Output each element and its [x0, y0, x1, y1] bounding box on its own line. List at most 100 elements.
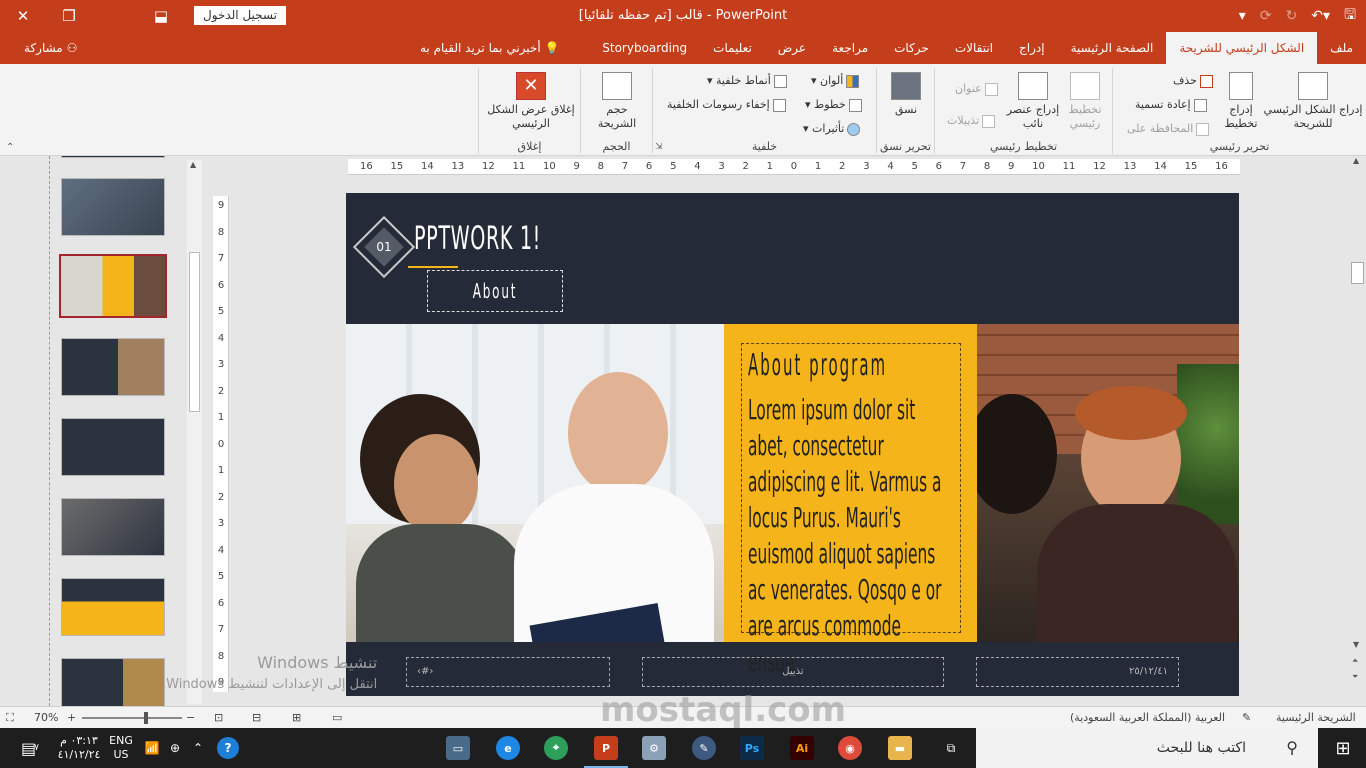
network-app-icon[interactable]: ⚙ [642, 736, 666, 760]
body-placeholder[interactable]: About program Lorem ipsum dolor sit abet… [741, 343, 961, 678]
show-hidden-icons-icon[interactable]: ⌃ [188, 728, 208, 768]
clock[interactable]: ٠٣:١٣ م ٤١/١٢/٢٤ [56, 728, 102, 768]
wifi-icon[interactable]: 📶 [142, 728, 162, 768]
zoom-level[interactable]: 70% [34, 707, 58, 729]
photoshop-icon[interactable]: Ps [740, 736, 764, 760]
proofing-icon[interactable]: ✎ [1242, 707, 1251, 729]
zoom-in-icon[interactable]: + [67, 707, 76, 729]
customize-qat-icon[interactable]: ▾ [1239, 8, 1246, 24]
slide-thumbnail[interactable] [61, 418, 165, 476]
undo-icon[interactable]: ↶▾ [1311, 8, 1330, 24]
internet-explorer-icon[interactable]: e [496, 736, 520, 760]
tab-file[interactable]: ملف [1317, 32, 1366, 64]
taskbar-search-box[interactable]: اكتب هنا للبحث ⚲ [976, 728, 1318, 768]
slide-number-placeholder[interactable]: ‹#› [406, 657, 610, 687]
photo-left-image[interactable] [346, 324, 724, 642]
tab-review[interactable]: مراجعة [819, 32, 881, 64]
delete-button[interactable]: حذف [1173, 74, 1213, 88]
thumbnail-scroll-thumb[interactable] [189, 252, 200, 412]
scroll-up-icon[interactable]: ▲ [190, 160, 196, 169]
tab-animations[interactable]: حركات [881, 32, 942, 64]
input-language[interactable]: ENG US [104, 728, 138, 768]
footer-placeholder[interactable]: تذييل [642, 657, 944, 687]
insert-layout-button[interactable]: إدراج تخطيط [1219, 72, 1263, 131]
photo-right-image[interactable] [977, 324, 1239, 642]
preserve-button[interactable]: المحافظة على [1127, 122, 1210, 136]
zoom-slider[interactable] [82, 717, 182, 719]
thumbnail-scrollbar[interactable]: ▲ [187, 160, 202, 704]
chrome-icon[interactable]: ◉ [838, 736, 862, 760]
subtitle-placeholder[interactable]: About program [427, 270, 563, 343]
insert-placeholder-button[interactable]: إدراج عنصر نائب [1005, 72, 1061, 131]
slide-thumbnail[interactable] [61, 178, 165, 236]
slide-scroll-thumb[interactable] [1351, 262, 1364, 284]
tab-view[interactable]: عرض [765, 32, 819, 64]
themes-button[interactable]: نسق [883, 72, 929, 117]
restore-icon[interactable]: ❐ [46, 0, 92, 32]
background-styles-dropdown[interactable]: ▾ أنماط خلفية [707, 74, 787, 88]
maps-icon[interactable]: ⌖ [544, 736, 568, 760]
slideshow-view-icon[interactable]: ⊡ [214, 707, 223, 729]
zoom-slider-knob[interactable] [144, 712, 148, 724]
notifications-button[interactable]: ▤ ٧ [10, 728, 50, 768]
slide-thumbnail[interactable] [61, 578, 165, 636]
reading-view-icon[interactable]: ⊟ [252, 707, 261, 729]
refresh-icon[interactable]: ⟳ [1260, 8, 1272, 24]
collapse-ribbon-icon[interactable]: ⌃ [6, 142, 14, 153]
tell-me-box[interactable]: أخبرني بما تريد القيام به 💡 [420, 32, 559, 64]
file-explorer-icon[interactable]: ▬ [888, 736, 912, 760]
fonts-dropdown[interactable]: ▾ خطوط [805, 98, 862, 112]
save-icon[interactable]: 🖫 [1344, 4, 1356, 28]
scroll-up-icon[interactable]: ▲ [1353, 156, 1359, 165]
date-placeholder[interactable]: ٢٥/١٢/٤١ [976, 657, 1179, 687]
previous-slide-icon[interactable]: ⏶ [1352, 656, 1358, 666]
slide-thumbnail[interactable] [61, 338, 165, 396]
task-view-icon[interactable]: ⧉ [936, 728, 966, 768]
fit-to-window-icon[interactable]: ⛶ [6, 707, 14, 729]
slide-thumbnail[interactable] [61, 658, 165, 706]
illustrator-icon[interactable]: Ai [790, 736, 814, 760]
language-indicator[interactable]: العربية (المملكة العربية السعودية) [1070, 707, 1225, 729]
slide-canvas[interactable]: 01 PPTWORK 1! About program About progra… [346, 193, 1239, 696]
slide-thumbnail-selected[interactable] [59, 254, 167, 318]
dialog-launcher-icon[interactable]: ⇲ [655, 142, 663, 152]
tab-home[interactable]: الصفحة الرئيسية [1058, 32, 1167, 64]
paint-icon[interactable]: ✎ [692, 736, 716, 760]
sign-in-button[interactable]: تسجيل الدخول [194, 6, 286, 25]
ribbon-display-icon[interactable]: ⬓ [138, 0, 184, 32]
slide-size-button[interactable]: حجم الشريحة [587, 72, 647, 131]
network-drive-icon[interactable]: ▭ [446, 736, 470, 760]
vertical-ruler[interactable]: 9876543210123456789 [213, 196, 229, 692]
horizontal-ruler[interactable]: 16 15 14 13 12 11 10 9 8 7 6 5 4 3 2 1 0 1 2 3 4 5 6 7 8 9 10 11 12 1… [348, 159, 1240, 175]
zoom-out-icon[interactable]: − [186, 707, 195, 729]
master-layout-button[interactable]: تخطيط رئيسي [1061, 72, 1109, 131]
tab-slide-master[interactable]: الشكل الرئيسي للشريحة [1166, 32, 1318, 64]
help-icon[interactable]: ? [214, 728, 242, 768]
colors-dropdown[interactable]: ▾ ألوان [811, 74, 860, 88]
close-icon[interactable]: ✕ [0, 0, 46, 32]
share-button[interactable]: مشاركة ⚇ [24, 32, 77, 64]
scroll-down-icon[interactable]: ▼ [1353, 640, 1359, 649]
hide-background-checkbox[interactable]: إخفاء رسومات الخلفية [667, 98, 786, 112]
rename-button[interactable]: إعادة تسمية [1135, 98, 1207, 112]
powerpoint-icon[interactable]: P [594, 736, 618, 760]
tab-help[interactable]: تعليمات [700, 32, 765, 64]
tab-storyboarding[interactable]: Storyboarding [589, 32, 700, 64]
normal-view-icon[interactable]: ▭ [332, 707, 342, 729]
slide-thumbnail[interactable] [61, 156, 165, 158]
slide-sorter-icon[interactable]: ⊞ [292, 707, 301, 729]
tab-transitions[interactable]: انتقالات [942, 32, 1006, 64]
slide-title[interactable]: PPTWORK 1! [414, 219, 541, 257]
slide-scrollbar[interactable]: ▲ ▼ ⏶ ⏷ [1349, 156, 1366, 706]
start-windows-icon[interactable]: ⊞ [1320, 728, 1366, 768]
tab-insert[interactable]: إدراج [1006, 32, 1058, 64]
next-slide-icon[interactable]: ⏷ [1352, 672, 1358, 682]
redo-icon[interactable]: ↻ [1286, 8, 1298, 24]
effects-dropdown[interactable]: ▾ تأثيرات [803, 122, 861, 136]
footers-checkbox[interactable]: تذييلات [947, 114, 996, 128]
close-master-view-button[interactable]: ✕ إغلاق عرض الشكل الرئيسي [483, 72, 579, 131]
insert-slide-master-button[interactable]: إدراج الشكل الرئيسي للشريحة [1261, 72, 1365, 131]
title-checkbox[interactable]: عنوان [955, 82, 998, 96]
network-icon[interactable]: ⊕ [164, 728, 186, 768]
slide-thumbnail[interactable] [61, 498, 165, 556]
